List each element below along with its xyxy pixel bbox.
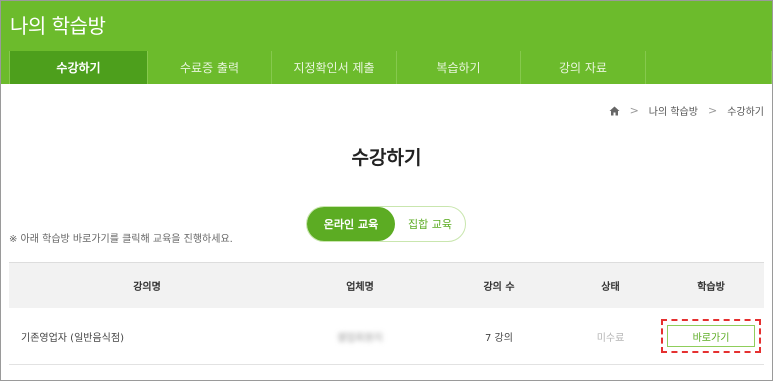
lecture-count: 7 강의	[485, 332, 513, 344]
breadcrumb-item-mystudy[interactable]: 나의 학습방	[649, 103, 698, 118]
column-header-lectures: 강의 수	[483, 282, 515, 293]
course-name: 기존영업자 (일반음식점)	[21, 332, 124, 344]
tab-materials[interactable]: 강의 자료	[521, 51, 646, 84]
chevron-right-icon: >	[707, 104, 718, 117]
column-header-company: 업체명	[346, 282, 374, 293]
tab-bar: 수강하기 수료증 출력 지정확인서 제출 복습하기 강의 자료	[9, 51, 772, 84]
table-header: 강의명 업체명 강의 수 상태 학습방	[9, 262, 764, 308]
go-to-studyroom-button[interactable]: 바로가기	[667, 325, 755, 347]
status-text: 미수료	[596, 332, 625, 344]
company-name: 셀업회원지	[337, 332, 383, 344]
online-education-button[interactable]: 온라인 교육	[307, 207, 395, 241]
education-type-toggle: 온라인 교육 집합 교육	[306, 206, 466, 242]
tab-review[interactable]: 복습하기	[397, 51, 521, 84]
page-header: 나의 학습방 수강하기 수료증 출력 지정확인서 제출 복습하기 강의 자료	[1, 1, 772, 84]
course-table: 강의명 업체명 강의 수 상태 학습방 기존영업자 (일반음식점) 셀업회원지 …	[9, 262, 764, 365]
home-icon[interactable]	[609, 106, 620, 116]
highlight-box: 바로가기	[661, 319, 761, 353]
chevron-right-icon: >	[629, 104, 639, 117]
tab-empty	[646, 51, 772, 84]
breadcrumb: > 나의 학습방 > 수강하기	[609, 103, 764, 118]
tab-confirmation[interactable]: 지정확인서 제출	[272, 51, 397, 84]
app-title: 나의 학습방	[10, 14, 106, 38]
studyroom-cell: 바로가기	[658, 308, 764, 364]
column-header-course: 강의명	[133, 282, 161, 293]
instruction-notice: ※ 아래 학습방 바로가기를 클릭해 교육을 진행하세요.	[9, 234, 233, 245]
table-row: 기존영업자 (일반음식점) 셀업회원지 7 강의 미수료 바로가기	[9, 308, 764, 365]
group-education-button[interactable]: 집합 교육	[395, 207, 465, 241]
page-title: 수강하기	[351, 147, 422, 169]
tab-enroll[interactable]: 수강하기	[9, 51, 148, 84]
column-header-status: 상태	[601, 282, 620, 293]
breadcrumb-item-current: 수강하기	[727, 107, 764, 118]
tab-certificate[interactable]: 수료증 출력	[148, 51, 272, 84]
column-header-studyroom: 학습방	[697, 282, 725, 293]
